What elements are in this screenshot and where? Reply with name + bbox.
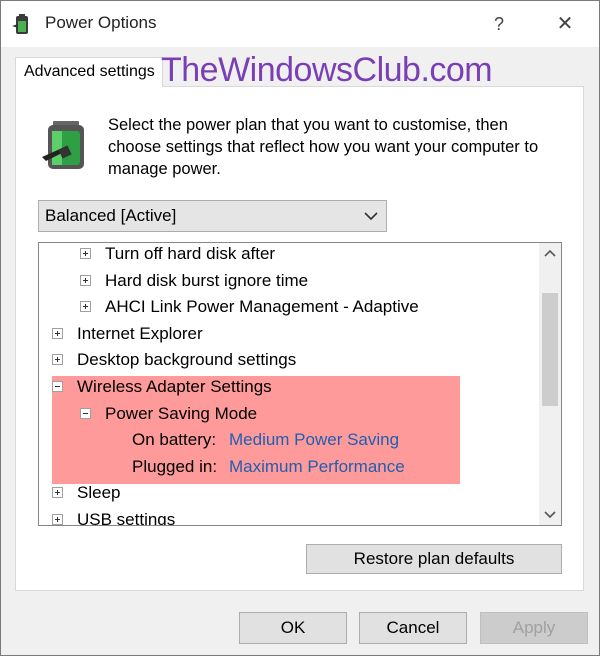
expand-plus-icon[interactable] (52, 487, 63, 499)
chevron-down-icon (364, 212, 378, 221)
apply-button[interactable]: Apply (480, 612, 588, 644)
cancel-button[interactable]: Cancel (359, 612, 467, 644)
tree-item-label: Turn off hard disk after (105, 244, 276, 263)
description-text: Select the power plan that you want to c… (108, 116, 539, 178)
tree-item-label: Plugged in: (132, 456, 218, 476)
expand-plus-icon[interactable] (52, 327, 63, 339)
title-bar: Power Options ? ✕ (1, 1, 599, 47)
scroll-down-icon[interactable] (539, 503, 561, 525)
tree-item-label: Wireless Adapter Settings (77, 377, 272, 396)
scroll-up-icon[interactable] (539, 243, 561, 265)
tree-item-label: USB settings (77, 510, 176, 526)
expand-plus-icon[interactable] (80, 301, 91, 313)
power-plan-select-value: Balanced [Active] (45, 206, 177, 225)
tree-item-label: On battery: (132, 430, 217, 450)
power-options-app-icon (12, 14, 28, 34)
tree-item-label: Power Saving Mode (105, 403, 258, 423)
scrollbar-thumb[interactable] (542, 293, 558, 406)
tree-item-label: Hard disk burst ignore time (105, 270, 309, 290)
tree-item-label: Sleep (77, 483, 121, 503)
watermark: TheWindowsClub.com (161, 51, 493, 89)
tree-item-label: AHCI Link Power Management - Adaptive (105, 297, 419, 317)
expand-plus-icon[interactable] (80, 274, 91, 286)
window-title: Power Options (45, 13, 157, 32)
help-button[interactable]: ? (483, 10, 515, 38)
collapse-minus-icon[interactable] (80, 407, 91, 419)
tree-item-value[interactable]: Maximum Performance (229, 453, 405, 480)
tree-item-label: Desktop background settings (77, 350, 297, 370)
expand-plus-icon[interactable] (80, 248, 91, 259)
ok-button[interactable]: OK (239, 612, 347, 644)
close-button[interactable]: ✕ (549, 10, 581, 38)
expand-plus-icon[interactable] (52, 354, 63, 366)
battery-plug-icon (42, 121, 84, 169)
expand-plus-icon[interactable] (52, 514, 63, 525)
settings-panel: Select the power plan that you want to c… (15, 86, 584, 591)
tree-scrollbar[interactable] (539, 243, 561, 525)
tree-item-value[interactable]: Medium Power Saving (229, 426, 399, 453)
tab-advanced-settings[interactable]: Advanced settings (15, 57, 163, 87)
power-plan-select[interactable]: Balanced [Active] (38, 200, 387, 232)
power-options-window: Power Options ? ✕ Advanced settings TheW… (0, 0, 600, 656)
tree-item-label: Internet Explorer (77, 323, 203, 343)
collapse-minus-icon[interactable] (52, 381, 63, 392)
settings-tree[interactable]: Turn off hard disk after Hard disk burst … (38, 242, 562, 526)
restore-plan-defaults-button[interactable]: Restore plan defaults (306, 544, 562, 574)
